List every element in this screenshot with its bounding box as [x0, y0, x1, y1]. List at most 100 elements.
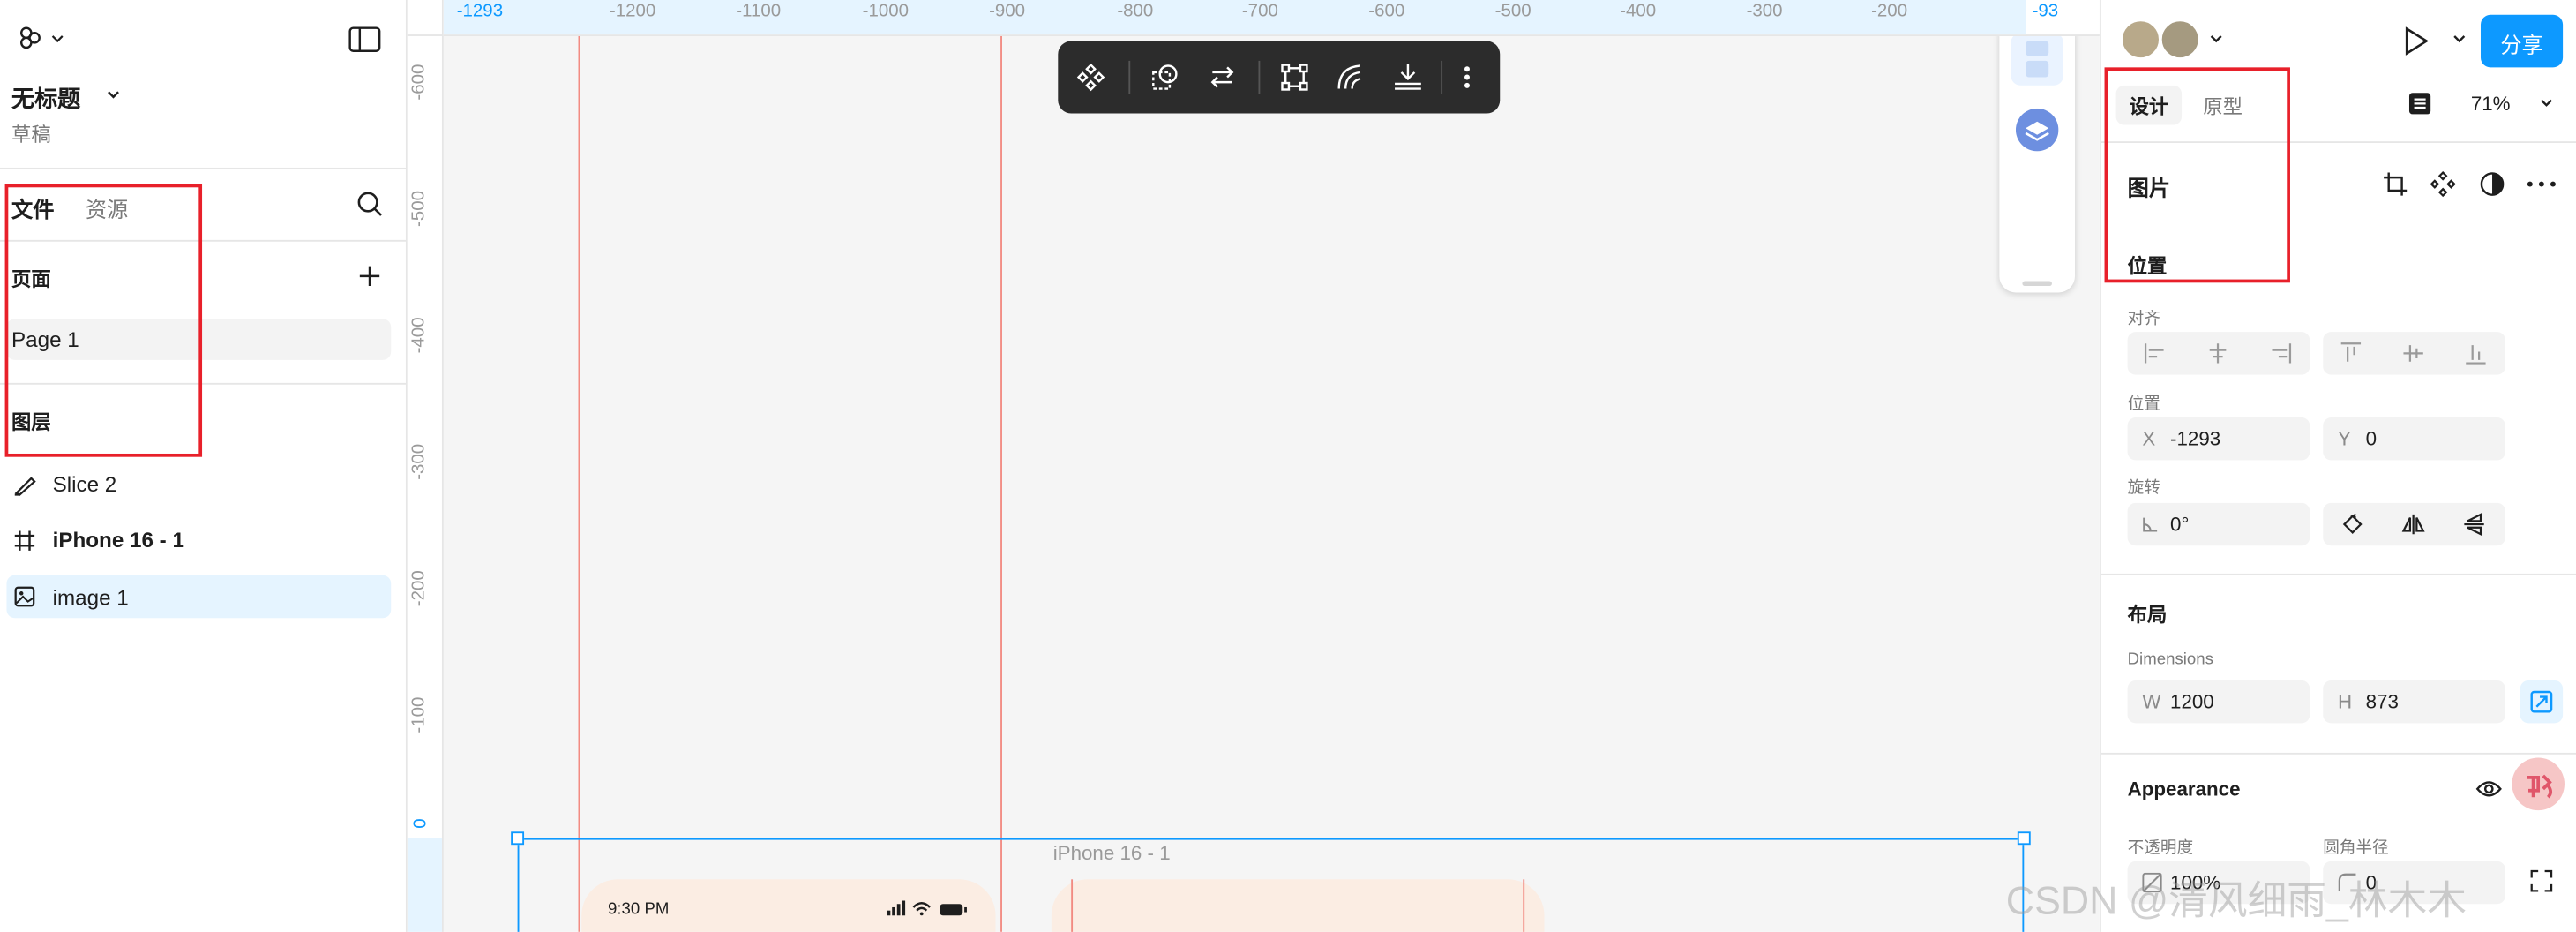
chevron-down-icon[interactable] — [2538, 97, 2555, 110]
layers-plugin-icon[interactable] — [2015, 108, 2059, 152]
align-top-icon[interactable] — [2340, 342, 2363, 365]
zoom-level[interactable]: 71% — [2471, 92, 2511, 115]
search-icon[interactable] — [356, 191, 383, 217]
height-field[interactable]: H 873 — [2323, 680, 2505, 724]
appearance-heading: Appearance — [2127, 777, 2241, 800]
frame-label[interactable]: iPhone 16 - 1 — [1053, 841, 1171, 864]
layer-item[interactable]: iPhone 16 - 1 — [6, 519, 391, 560]
left-panel: 无标题 草稿 文件 资源 页面 Page 1 图层 Slice 2 iPhone… — [0, 0, 408, 932]
guide-line — [1071, 879, 1074, 932]
floating-side-widget — [1999, 19, 2076, 293]
share-button[interactable]: 分享 — [2480, 14, 2564, 68]
angle-icon — [2142, 516, 2159, 533]
guide-line — [1523, 879, 1525, 932]
x-field-label: X — [2142, 427, 2156, 451]
resize-icon — [2530, 690, 2553, 713]
ruler-corner — [407, 0, 444, 36]
ruler-tick: -1000 — [862, 1, 910, 22]
layer-label: Slice 2 — [52, 471, 117, 497]
avatar[interactable] — [2158, 18, 2202, 61]
align-left-icon[interactable] — [2144, 342, 2167, 365]
file-subtitle: 草稿 — [11, 123, 51, 147]
chevron-down-icon[interactable] — [2208, 33, 2225, 46]
divider — [2100, 752, 2576, 755]
constrain-proportions-button[interactable] — [2520, 680, 2564, 724]
toolbar-divider — [1128, 60, 1131, 94]
styles-icon[interactable] — [2408, 92, 2431, 115]
expand-corners-icon[interactable] — [2530, 869, 2553, 892]
width-field[interactable]: W 1200 — [2127, 680, 2310, 724]
ruler-tick: -1200 — [609, 1, 656, 22]
x-field[interactable]: X -1293 — [2127, 417, 2310, 461]
more-icon[interactable] — [2527, 181, 2557, 187]
annotation-highlight-box — [2104, 67, 2290, 283]
mask-icon[interactable] — [1150, 63, 1180, 93]
share-button-label: 分享 — [2500, 33, 2543, 58]
ruler-left: -600 -500 -400 -300 -200 -100 0 — [407, 35, 444, 932]
export-icon[interactable] — [1393, 63, 1423, 93]
context-toolbar — [1058, 41, 1501, 114]
layer-label: iPhone 16 - 1 — [52, 527, 184, 552]
phone-screen: 9:30 PM — [581, 879, 996, 932]
ruler-tick: -600 — [408, 64, 430, 101]
layer-item-selected[interactable]: image 1 — [6, 575, 392, 619]
ruler-tick: -600 — [1368, 1, 1405, 22]
main-menu-button[interactable] — [10, 23, 65, 56]
ruler-tick: -500 — [408, 190, 430, 228]
ruler-selection-range — [407, 838, 442, 932]
floating-assistant-icon[interactable] — [2512, 757, 2565, 811]
flip-horizontal-icon[interactable] — [2401, 513, 2425, 536]
right-panel: 分享 设计 原型 71% 图片 位置 对齐 位置 X -1293 Y 0 旋转 … — [2099, 0, 2576, 932]
ruler-tick: -500 — [1494, 1, 1531, 22]
component-icon[interactable] — [1076, 63, 1106, 93]
ruler-tick: -400 — [1620, 1, 1657, 22]
contrast-icon[interactable] — [2479, 171, 2505, 198]
ruler-tick: -800 — [1117, 1, 1154, 22]
flip-vertical-icon[interactable] — [2463, 513, 2486, 537]
y-field[interactable]: Y 0 — [2323, 417, 2505, 461]
eye-icon[interactable] — [2475, 778, 2502, 800]
align-label: 对齐 — [2127, 310, 2160, 329]
guide-line — [578, 0, 580, 932]
ruler-tick: -700 — [1241, 1, 1278, 22]
component-icon[interactable] — [2430, 170, 2456, 198]
ruler-tick: -300 — [1746, 1, 1783, 22]
phone-time: 9:30 PM — [608, 900, 670, 919]
dimensions-label: Dimensions — [2127, 650, 2213, 669]
x-field-value: -1293 — [2170, 427, 2221, 451]
rotation-field-value: 0° — [2170, 513, 2190, 537]
watermark: CSDN @清风细雨_林木木 — [2005, 879, 2467, 924]
align-right-icon[interactable] — [2269, 342, 2292, 365]
divider — [2100, 573, 2576, 575]
swap-icon[interactable] — [1208, 63, 1238, 93]
width-field-value: 1200 — [2170, 690, 2214, 714]
crop-icon[interactable] — [2382, 171, 2408, 198]
frame-icon — [13, 530, 36, 552]
avatar[interactable] — [2119, 18, 2162, 61]
add-page-icon[interactable] — [358, 265, 381, 288]
align-center-h-icon[interactable] — [2206, 342, 2229, 365]
image-icon — [13, 585, 36, 608]
y-field-value: 0 — [2365, 427, 2378, 451]
scroll-handle[interactable] — [2022, 281, 2052, 287]
layout-view-icon[interactable] — [2011, 33, 2063, 86]
file-title[interactable]: 无标题 — [11, 82, 80, 115]
align-bottom-icon[interactable] — [2464, 342, 2487, 365]
play-icon[interactable] — [2403, 26, 2430, 56]
ruler-selection-start: -1293 — [456, 1, 504, 22]
chevron-down-icon[interactable] — [105, 89, 122, 102]
align-center-v-icon[interactable] — [2402, 342, 2425, 365]
rotation-field[interactable]: 0° — [2127, 502, 2310, 546]
selection-handle[interactable] — [2017, 831, 2031, 846]
rotation-label: 旋转 — [2127, 479, 2160, 499]
selection-handle[interactable] — [511, 831, 525, 846]
layer-item[interactable]: Slice 2 — [6, 463, 391, 505]
transform-icon[interactable] — [1280, 63, 1310, 93]
toggle-sidebar-icon[interactable] — [348, 26, 381, 53]
path-icon[interactable] — [1336, 63, 1366, 93]
more-icon[interactable] — [1461, 63, 1474, 93]
rotate-icon[interactable] — [2341, 513, 2364, 536]
chevron-down-icon[interactable] — [2451, 33, 2467, 46]
ruler-tick: -100 — [408, 696, 430, 733]
canvas[interactable]: iPhone 16 - 1 9:30 PM — [407, 0, 2100, 932]
